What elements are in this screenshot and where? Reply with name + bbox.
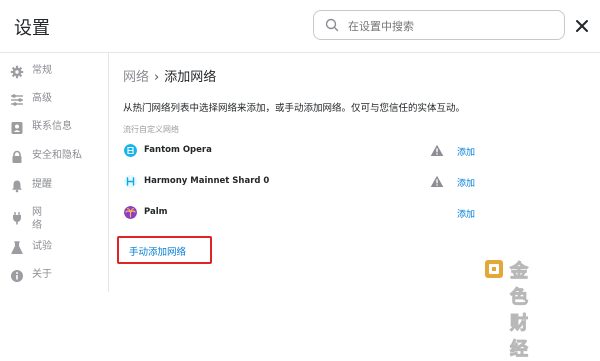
search-input[interactable]: [346, 15, 560, 37]
harmony-logo-icon: [124, 175, 137, 188]
sidebar-item-advanced[interactable]: 高级: [10, 90, 102, 110]
add-network-description: 从热门网络列表中选择网络来添加，或手动添加网络。仅可与您信任的实体互动。: [123, 103, 466, 114]
network-name: Fantom Opera: [144, 145, 212, 155]
sidebar-item-label: 网络: [32, 207, 42, 231]
breadcrumb-separator: ›: [154, 70, 160, 85]
info-icon: [11, 270, 23, 282]
add-network-button[interactable]: 添加: [457, 145, 475, 158]
warning-icon[interactable]: [430, 175, 444, 188]
warning-icon[interactable]: [430, 144, 444, 157]
network-row-fantom: Fantom Opera 添加: [123, 141, 478, 163]
popular-networks-heading: 流行自定义网络: [123, 125, 179, 134]
sidebar-item-label: 联系信息: [32, 121, 72, 132]
sidebar-item-alerts[interactable]: 提醒: [10, 176, 102, 196]
sidebar-item-label: 提醒: [32, 179, 52, 190]
fantom-logo-icon: [124, 144, 137, 157]
network-name: Harmony Mainnet Shard 0: [144, 176, 270, 186]
sidebar-item-label: 常规: [32, 65, 52, 76]
sidebar-item-general[interactable]: 常规: [10, 62, 102, 82]
sidebar-item-about[interactable]: 关于: [10, 266, 102, 286]
bell-icon: [12, 180, 22, 193]
sidebar-item-security[interactable]: 安全和隐私: [10, 147, 102, 167]
sidebar-item-label: 高级: [32, 93, 52, 104]
page-title: 设置: [14, 18, 50, 39]
watermark-text: 金色财经: [510, 261, 529, 361]
network-name: Palm: [144, 207, 168, 217]
network-row-harmony: Harmony Mainnet Shard 0 添加: [123, 172, 478, 194]
contact-card-icon: [11, 122, 23, 134]
settings-sidebar: 常规 高级 联系信息 安全和隐私 提醒 网络 试验 关于: [0, 52, 106, 292]
sidebar-item-label: 关于: [32, 269, 52, 280]
close-icon[interactable]: [574, 18, 590, 34]
add-network-button[interactable]: 添加: [457, 207, 475, 220]
sidebar-item-experimental[interactable]: 试验: [10, 238, 102, 258]
lock-icon: [12, 150, 22, 163]
breadcrumb: 网络 › 添加网络: [123, 66, 216, 85]
search-box[interactable]: [313, 10, 565, 40]
search-icon: [325, 18, 339, 32]
network-row-palm: Palm 添加: [123, 203, 478, 225]
sidebar-item-contacts[interactable]: 联系信息: [10, 118, 102, 138]
palm-logo-icon: [124, 206, 137, 219]
breadcrumb-current: 添加网络: [164, 70, 217, 85]
add-network-manually-link[interactable]: 手动添加网络: [129, 244, 186, 258]
add-network-button[interactable]: 添加: [457, 176, 475, 189]
breadcrumb-networks-link[interactable]: 网络: [123, 70, 149, 85]
gear-icon: [10, 65, 24, 79]
sliders-icon: [11, 94, 23, 106]
sidebar-item-label: 安全和隐私: [32, 150, 82, 161]
sidebar-item-networks[interactable]: 网络: [10, 207, 102, 231]
plug-icon: [13, 212, 21, 225]
settings-header: 设置: [0, 0, 600, 53]
jinse-logo-icon: [485, 260, 503, 278]
sidebar-item-label: 试验: [32, 241, 52, 252]
flask-icon: [11, 241, 23, 254]
sidebar-divider: [108, 52, 109, 292]
